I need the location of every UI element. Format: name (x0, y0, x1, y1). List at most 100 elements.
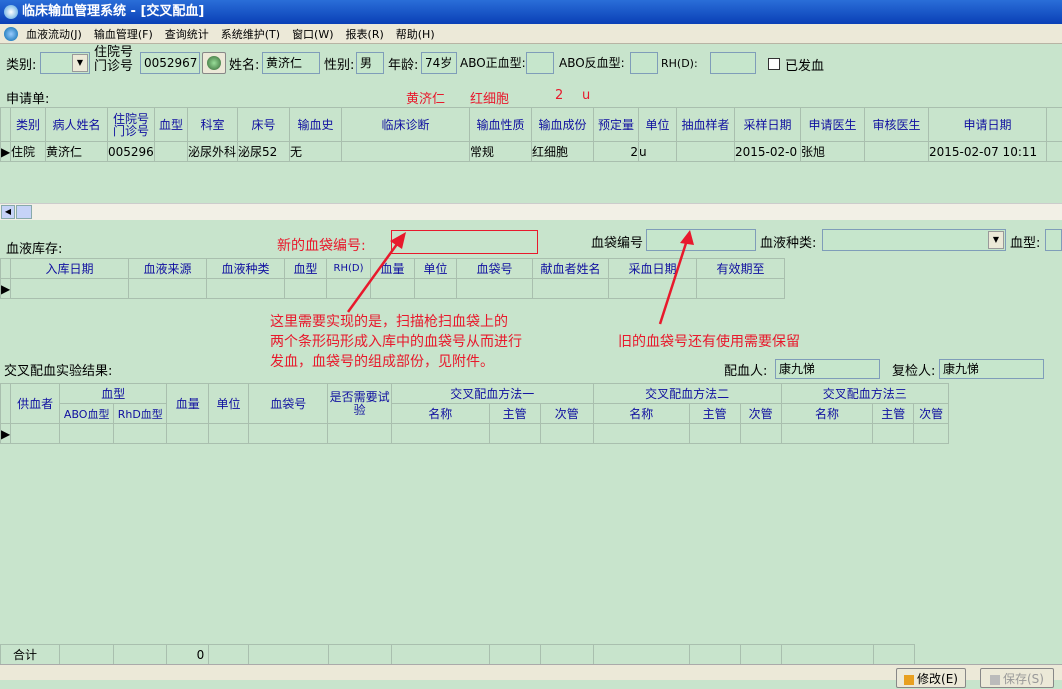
chevron-down-icon[interactable]: ▼ (72, 54, 88, 72)
col-method-1[interactable]: 交叉配血方法一 (391, 384, 593, 404)
col-m2-name[interactable]: 名称 (593, 404, 689, 424)
menu-report[interactable]: 报表(R) (340, 25, 390, 45)
col-expire[interactable]: 有效期至 (697, 259, 785, 279)
cell[interactable] (11, 424, 60, 444)
cell[interactable] (873, 424, 914, 444)
abo-neg-field[interactable] (630, 52, 658, 74)
cell[interactable] (167, 424, 209, 444)
menu-query[interactable]: 查询统计 (159, 25, 215, 45)
cell[interactable] (533, 279, 609, 299)
col-reviewer[interactable]: 审核医生 (865, 108, 929, 142)
col-category[interactable]: 类别 (11, 108, 46, 142)
cell[interactable] (740, 424, 781, 444)
cell[interactable] (781, 424, 873, 444)
col-m2-main[interactable]: 主管 (689, 404, 740, 424)
cell[interactable] (248, 424, 328, 444)
cell[interactable] (914, 424, 949, 444)
matcher-field[interactable]: 康九悌 (775, 359, 880, 379)
age-field[interactable]: 74岁 (421, 52, 457, 74)
menu-blood-flow[interactable]: 血液流动(J) (20, 25, 88, 45)
cell[interactable] (540, 424, 593, 444)
col-unit[interactable]: 单位 (639, 108, 677, 142)
menu-system[interactable]: 系统维护(T) (215, 25, 286, 45)
cell-department[interactable]: 泌尿外科 (188, 142, 238, 162)
cell[interactable] (327, 279, 371, 299)
cell[interactable] (129, 279, 207, 299)
col-in-date[interactable]: 入库日期 (11, 259, 129, 279)
col-group[interactable]: 血型 (285, 259, 327, 279)
col-abo[interactable]: ABO血型 (60, 404, 114, 424)
horizontal-scrollbar[interactable]: ◀ (0, 203, 1062, 220)
col-m1-main[interactable]: 主管 (489, 404, 540, 424)
edit-button[interactable]: 修改(E) (896, 668, 966, 688)
app-menu-icon[interactable] (4, 27, 18, 41)
cell-sample-date[interactable]: 2015-02-0 (735, 142, 801, 162)
col-donor[interactable]: 供血者 (11, 384, 60, 424)
inpatient-no-field[interactable]: 0052967 (140, 52, 200, 74)
col-request-date[interactable]: 申请日期 (929, 108, 1047, 142)
cell[interactable] (697, 279, 785, 299)
category-select[interactable]: ▼ (40, 52, 90, 74)
blood-type-select[interactable]: ▼ (822, 229, 1006, 251)
bag-no-field[interactable] (646, 229, 756, 251)
scroll-left-icon[interactable]: ◀ (1, 205, 15, 219)
col-planned-qty[interactable]: 预定量 (594, 108, 639, 142)
scroll-thumb[interactable] (16, 205, 32, 219)
cell[interactable] (371, 279, 415, 299)
cell[interactable] (328, 424, 391, 444)
save-button[interactable]: 保存(S) (980, 668, 1054, 688)
cell-unit[interactable]: u (639, 142, 677, 162)
cell-patient-name[interactable]: 黄济仁 (46, 142, 108, 162)
cell[interactable] (415, 279, 457, 299)
col-unit[interactable]: 单位 (415, 259, 457, 279)
col-unit[interactable]: 单位 (209, 384, 249, 424)
gender-field[interactable]: 男 (356, 52, 384, 74)
menu-help[interactable]: 帮助(H) (390, 25, 441, 45)
col-m3-minor[interactable]: 次管 (914, 404, 949, 424)
table-row[interactable]: ▶ (1, 424, 949, 444)
col-m3-main[interactable]: 主管 (873, 404, 914, 424)
col-bag-no[interactable]: 血袋号 (457, 259, 533, 279)
cell[interactable] (285, 279, 327, 299)
col-nature[interactable]: 输血性质 (470, 108, 532, 142)
col-collect-date[interactable]: 采血日期 (609, 259, 697, 279)
col-bloodtype-group[interactable]: 血型 (60, 384, 167, 404)
menu-window[interactable]: 窗口(W) (286, 25, 339, 45)
cell[interactable] (609, 279, 697, 299)
col-volume[interactable]: 血量 (167, 384, 209, 424)
col-doctor[interactable]: 申请医生 (801, 108, 865, 142)
menu-transfusion[interactable]: 输血管理(F) (88, 25, 159, 45)
cell-blood-type[interactable] (155, 142, 188, 162)
cell-sampler[interactable] (677, 142, 735, 162)
col-inpatient-no[interactable]: 住院号门诊号 (108, 108, 155, 142)
col-m2-minor[interactable]: 次管 (740, 404, 781, 424)
col-history[interactable]: 输血史 (290, 108, 342, 142)
table-row[interactable]: ▶ 住院 黄济仁 005296 泌尿外科 泌尿52 无 常规 红细胞 2 u 2… (1, 142, 1062, 162)
col-retest[interactable]: 是否需要试验 (328, 384, 391, 424)
cell-category[interactable]: 住院 (11, 142, 46, 162)
col-m1-minor[interactable]: 次管 (540, 404, 593, 424)
cell-component[interactable]: 红细胞 (532, 142, 594, 162)
cell-request-date[interactable]: 2015-02-07 10:11 (929, 142, 1047, 162)
col-patient-name[interactable]: 病人姓名 (46, 108, 108, 142)
abo-pos-field[interactable] (526, 52, 554, 74)
cell-inpatient-no[interactable]: 005296 (108, 142, 155, 162)
col-sample-date[interactable]: 采样日期 (735, 108, 801, 142)
col-bag-no[interactable]: 血袋号 (248, 384, 328, 424)
cell-planned-qty[interactable]: 2 (594, 142, 639, 162)
cell-doctor[interactable]: 张旭 (801, 142, 865, 162)
col-method-2[interactable]: 交叉配血方法二 (593, 384, 781, 404)
col-sampler[interactable]: 抽血样者 (677, 108, 735, 142)
cell[interactable] (60, 424, 114, 444)
cell[interactable] (489, 424, 540, 444)
cell[interactable] (593, 424, 689, 444)
col-blood-type[interactable]: 血型 (155, 108, 188, 142)
col-method-3[interactable]: 交叉配血方法三 (781, 384, 948, 404)
cell[interactable] (11, 279, 129, 299)
lookup-button[interactable] (202, 52, 226, 74)
cell-nature[interactable]: 常规 (470, 142, 532, 162)
col-diagnosis[interactable]: 临床诊断 (342, 108, 470, 142)
col-rhd[interactable]: RhD血型 (114, 404, 167, 424)
cell[interactable] (207, 279, 285, 299)
cell-bed[interactable]: 泌尿52 (238, 142, 290, 162)
